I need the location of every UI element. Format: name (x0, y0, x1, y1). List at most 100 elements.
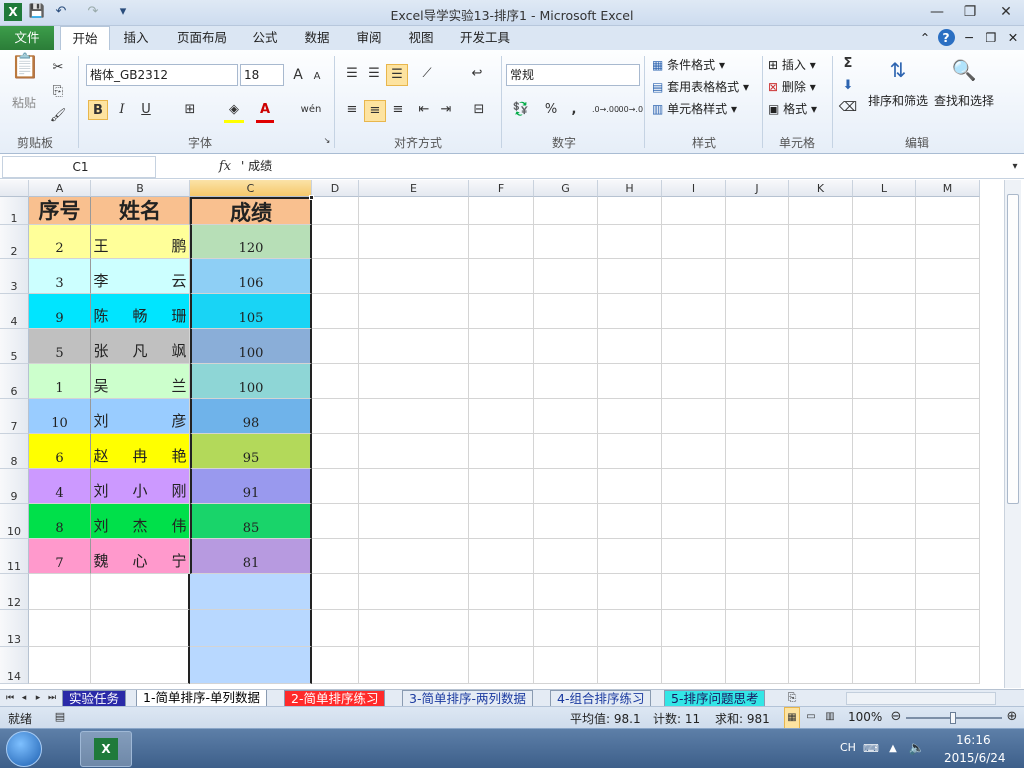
sheet-tab-6[interactable]: 5-排序问题思考 (664, 690, 766, 707)
column-header-I[interactable]: I (662, 180, 726, 197)
fx-icon[interactable]: fx (216, 157, 234, 177)
start-button[interactable] (6, 731, 42, 767)
cell-H13[interactable] (598, 610, 662, 647)
cell-F11[interactable] (469, 539, 534, 574)
cell-F2[interactable] (469, 225, 534, 259)
cell-name[interactable]: 陈畅珊 (91, 294, 190, 329)
language-indicator[interactable]: CH (840, 741, 856, 754)
cell-G4[interactable] (534, 294, 598, 329)
cell-J5[interactable] (726, 329, 789, 364)
cell-D1[interactable] (312, 197, 359, 225)
cell-H6[interactable] (598, 364, 662, 399)
cell-seq[interactable]: 3 (29, 259, 91, 294)
expand-formula-icon[interactable]: ▾ (1008, 157, 1022, 177)
page-layout-view-icon[interactable]: ▭ (803, 707, 819, 727)
row-header-7[interactable]: 7 (0, 399, 29, 434)
cell-F1[interactable] (469, 197, 534, 225)
cell-H4[interactable] (598, 294, 662, 329)
cell-K14[interactable] (789, 647, 853, 684)
cell-D9[interactable] (312, 469, 359, 504)
paste-button[interactable]: 粘贴 (12, 94, 36, 111)
minimize-button[interactable]: — (923, 2, 951, 22)
cell-L1[interactable] (853, 197, 916, 225)
cell-H9[interactable] (598, 469, 662, 504)
cell-J3[interactable] (726, 259, 789, 294)
cell-seq[interactable]: 1 (29, 364, 91, 399)
cell-L4[interactable] (853, 294, 916, 329)
cell-E12[interactable] (359, 574, 469, 610)
cell-G6[interactable] (534, 364, 598, 399)
cell-M1[interactable] (916, 197, 980, 225)
cell-L13[interactable] (853, 610, 916, 647)
fill-icon[interactable]: ⬇ (838, 76, 858, 96)
header-score[interactable]: 成绩 (190, 197, 312, 225)
cell-name[interactable]: 刘小刚 (91, 469, 190, 504)
cell-D7[interactable] (312, 399, 359, 434)
row-header-13[interactable]: 13 (0, 610, 29, 647)
cell-E10[interactable] (359, 504, 469, 539)
cell-K2[interactable] (789, 225, 853, 259)
row-header-5[interactable]: 5 (0, 329, 29, 364)
cell-K4[interactable] (789, 294, 853, 329)
cell-E3[interactable] (359, 259, 469, 294)
cell-F5[interactable] (469, 329, 534, 364)
macro-record-icon[interactable]: ▤ (52, 707, 68, 727)
cell-I4[interactable] (662, 294, 726, 329)
cell-J8[interactable] (726, 434, 789, 469)
cell-E5[interactable] (359, 329, 469, 364)
accounting-format-icon[interactable]: 💱 (508, 100, 534, 120)
find-select-icon[interactable]: 🔍 (946, 54, 982, 86)
cell-score[interactable]: 120 (190, 225, 312, 259)
cell-E7[interactable] (359, 399, 469, 434)
comma-style-button[interactable]: , (566, 100, 582, 120)
cell-L10[interactable] (853, 504, 916, 539)
cell-M8[interactable] (916, 434, 980, 469)
cell-score[interactable]: 106 (190, 259, 312, 294)
insert-sheet-icon[interactable]: ⎘ (784, 688, 800, 708)
workbook-restore-icon[interactable]: ❐ (982, 26, 1000, 50)
cell-J13[interactable] (726, 610, 789, 647)
zoom-slider[interactable] (906, 712, 1002, 724)
cell-name[interactable]: 张凡飒 (91, 329, 190, 364)
cell-K1[interactable] (789, 197, 853, 225)
tab-formulas[interactable]: 公式 (244, 26, 286, 50)
row-header-1[interactable]: 1 (0, 197, 29, 225)
cell-F8[interactable] (469, 434, 534, 469)
shrink-font-icon[interactable]: A (310, 67, 324, 87)
tab-page-layout[interactable]: 页面布局 (170, 26, 234, 50)
cut-icon[interactable]: ✂ (48, 58, 68, 78)
cell-M5[interactable] (916, 329, 980, 364)
cell-score[interactable]: 81 (190, 539, 312, 574)
font-color-icon[interactable]: A (256, 100, 274, 123)
cell-seq[interactable]: 9 (29, 294, 91, 329)
column-header-K[interactable]: K (789, 180, 853, 197)
zoom-out-icon[interactable]: ⊖ (888, 707, 904, 727)
row-header-10[interactable]: 10 (0, 504, 29, 539)
find-select-button[interactable]: 查找和选择 (934, 92, 994, 109)
cell-H10[interactable] (598, 504, 662, 539)
row-header-8[interactable]: 8 (0, 434, 29, 469)
cell-score[interactable]: 85 (190, 504, 312, 539)
cell-name[interactable]: 刘杰伟 (91, 504, 190, 539)
cell-seq[interactable]: 6 (29, 434, 91, 469)
workbook-close-icon[interactable]: ✕ (1004, 26, 1022, 50)
cell-D14[interactable] (312, 647, 359, 684)
tab-insert[interactable]: 插入 (114, 26, 158, 50)
decrease-indent-icon[interactable]: ⇤ (414, 100, 434, 120)
cell-seq[interactable]: 7 (29, 539, 91, 574)
cell-K12[interactable] (789, 574, 853, 610)
cell-score[interactable]: 100 (190, 329, 312, 364)
cell-score[interactable]: 91 (190, 469, 312, 504)
column-header-L[interactable]: L (853, 180, 916, 197)
cell-name[interactable]: 吴兰 (91, 364, 190, 399)
cell-M2[interactable] (916, 225, 980, 259)
cell-L6[interactable] (853, 364, 916, 399)
percent-style-button[interactable]: % (542, 100, 560, 120)
clock-time[interactable]: 16:16 (956, 733, 991, 747)
cell-F14[interactable] (469, 647, 534, 684)
cell-M10[interactable] (916, 504, 980, 539)
page-break-view-icon[interactable]: ▥ (822, 707, 838, 727)
tab-data[interactable]: 数据 (296, 26, 338, 50)
cell-K13[interactable] (789, 610, 853, 647)
column-header-B[interactable]: B (91, 180, 190, 197)
